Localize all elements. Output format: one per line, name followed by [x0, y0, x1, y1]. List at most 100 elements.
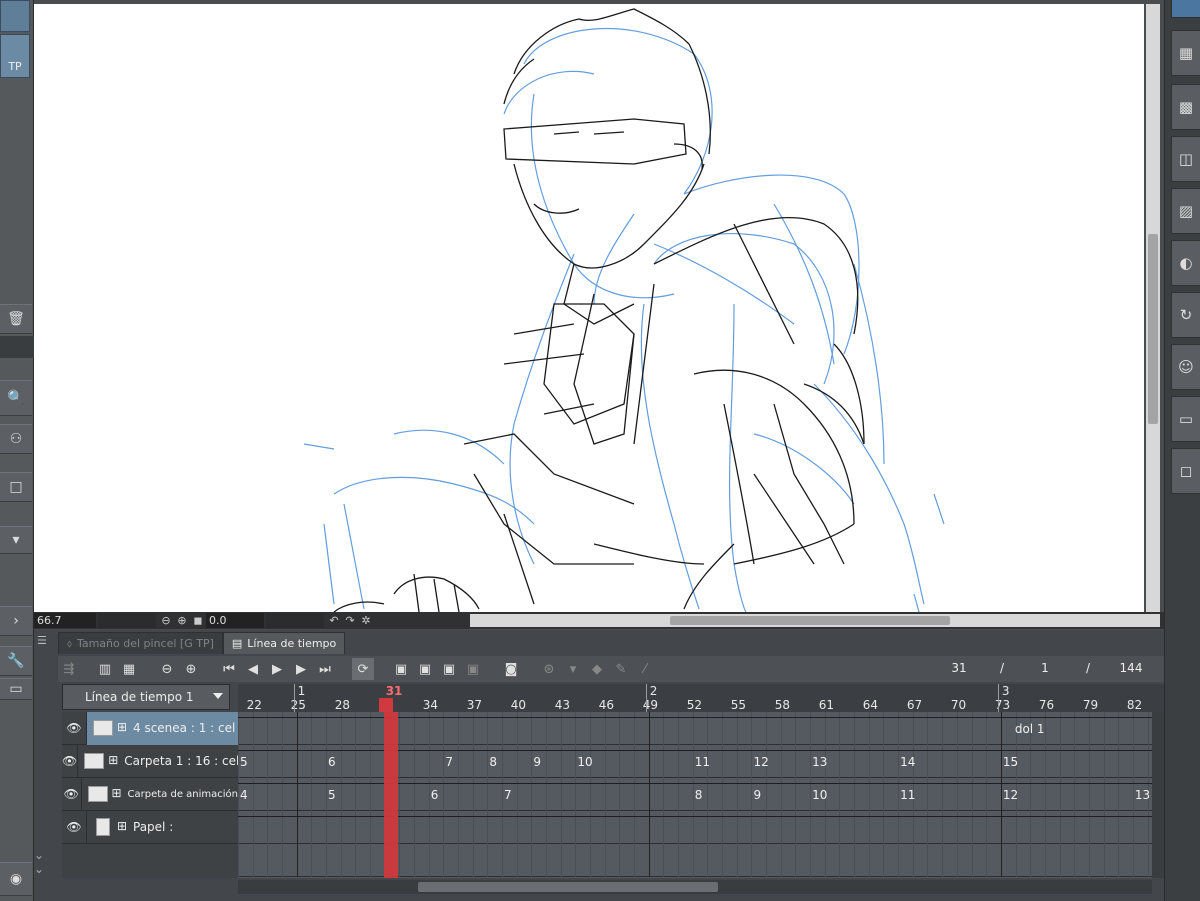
- frame-cell[interactable]: [927, 844, 929, 877]
- timeline-frames[interactable]: dol 1 5 6 7 8 9 10 11 12 13 14 15 4 5 6 7 8 9 10 11 12 13: [238, 712, 1152, 878]
- zoom-slider[interactable]: [98, 613, 156, 628]
- new-timeline-icon[interactable]: ⇶: [58, 658, 80, 680]
- frame-cell[interactable]: [956, 844, 958, 877]
- search-icon[interactable]: 🔍: [0, 380, 32, 416]
- square-icon[interactable]: □: [0, 472, 32, 502]
- cel-label[interactable]: 15: [1003, 755, 1018, 769]
- specify-cel-icon[interactable]: ▣: [438, 658, 460, 680]
- zoom-out-icon[interactable]: ⊖: [158, 613, 174, 628]
- frame-cell[interactable]: [531, 844, 533, 877]
- folder-icon[interactable]: ▭: [1171, 396, 1200, 442]
- cel-label[interactable]: 7: [445, 755, 453, 769]
- cel-label[interactable]: 13: [812, 755, 827, 769]
- frame-cell[interactable]: [810, 844, 812, 877]
- layer-row[interactable]: 👁 ⊞ Papel :: [62, 810, 238, 844]
- zoom-in-icon[interactable]: ⊕: [174, 613, 190, 628]
- frame-cell[interactable]: [1074, 844, 1076, 877]
- layer-light-icon[interactable]: ◐: [1171, 240, 1200, 286]
- frame-cell[interactable]: [370, 844, 372, 877]
- frame-cell[interactable]: [971, 844, 973, 877]
- frame-cell[interactable]: [472, 844, 474, 877]
- frame-cell[interactable]: [619, 844, 621, 877]
- pen-icon[interactable]: ⁄: [634, 658, 656, 680]
- tab-brush-size[interactable]: ⬨ Tamaño del pincel [G TP]: [58, 632, 223, 654]
- frame-cell[interactable]: [1059, 844, 1061, 877]
- cel-label[interactable]: 4: [240, 788, 248, 802]
- onion-skin-icon[interactable]: ◙: [500, 658, 522, 680]
- frame-cell[interactable]: [663, 844, 665, 877]
- eye-icon[interactable]: 👁: [62, 712, 86, 745]
- color-wheel-icon[interactable]: ◉: [0, 862, 32, 896]
- frame-cell[interactable]: [575, 844, 577, 877]
- cel-label[interactable]: 10: [577, 755, 592, 769]
- frame-track[interactable]: 5 6 7 8 9 10 11 12 13 14 15: [238, 745, 1152, 778]
- frame-cell[interactable]: [443, 844, 445, 877]
- scroll-thumb[interactable]: [670, 616, 950, 625]
- cel-label[interactable]: 11: [695, 755, 710, 769]
- frame-cell[interactable]: [399, 844, 401, 877]
- cel-label[interactable]: 13: [1135, 788, 1150, 802]
- frame-cell[interactable]: [1044, 844, 1046, 877]
- frames-vertical-scrollbar[interactable]: [1152, 712, 1164, 878]
- frame-track[interactable]: [238, 844, 1152, 877]
- frame-cell[interactable]: [898, 844, 900, 877]
- frame-cell[interactable]: [751, 844, 753, 877]
- tab-timeline[interactable]: ▤ Línea de tiempo: [222, 632, 346, 654]
- wrench-icon[interactable]: 🔧: [0, 646, 32, 676]
- assign-cel-icon[interactable]: ▣: [414, 658, 436, 680]
- fit-icon[interactable]: ◼: [190, 613, 206, 628]
- frame-track[interactable]: dol 1: [238, 712, 1152, 745]
- dropdown-arrow-icon[interactable]: ▾: [0, 526, 32, 554]
- cel-label[interactable]: 7: [504, 788, 512, 802]
- frame-cell[interactable]: [1000, 844, 1002, 877]
- frame-cell[interactable]: [736, 844, 738, 877]
- frame-cell[interactable]: [326, 844, 328, 877]
- timeline-frames-icon[interactable]: ▥: [94, 658, 116, 680]
- cel-label[interactable]: 12: [753, 755, 768, 769]
- panel-menu-icon[interactable]: ☰: [37, 634, 55, 650]
- frame-cell[interactable]: [546, 844, 548, 877]
- frame-cell[interactable]: [1015, 844, 1017, 877]
- frame-cell[interactable]: [1118, 844, 1120, 877]
- frame-cell[interactable]: [1147, 844, 1149, 877]
- layer-mesh-icon[interactable]: ▨: [1171, 188, 1200, 234]
- prev-frame-icon[interactable]: ◀: [242, 658, 264, 680]
- last-frame-icon[interactable]: ⏭: [314, 658, 336, 680]
- frame-cell[interactable]: [560, 844, 562, 877]
- frame-cell[interactable]: [282, 844, 283, 877]
- top-icon[interactable]: [1171, 0, 1200, 18]
- ruler-playhead[interactable]: [378, 698, 393, 712]
- frame-cell[interactable]: [1132, 844, 1134, 877]
- frame-cell[interactable]: [1030, 844, 1032, 877]
- frame-cell[interactable]: [824, 844, 826, 877]
- frame-cell[interactable]: [458, 844, 460, 877]
- frame-track[interactable]: [238, 811, 1152, 844]
- frame-cell[interactable]: [296, 844, 298, 877]
- canvas-vertical-scrollbar[interactable]: [1146, 4, 1160, 612]
- delete-cel-icon[interactable]: ▣: [462, 658, 484, 680]
- layer-row[interactable]: 👁 ⊞ Carpeta 1 : 16 : cel: [62, 744, 239, 778]
- cel-label[interactable]: 10: [812, 788, 827, 802]
- frame-track[interactable]: 4 5 6 7 8 9 10 11 12 13: [238, 778, 1152, 811]
- layer-row[interactable]: 👁 ⊞ Carpeta de animación: [62, 777, 238, 811]
- panel-tab-top[interactable]: [0, 0, 30, 32]
- rotate-left-icon[interactable]: ↶: [326, 613, 342, 628]
- eye-icon[interactable]: 👁: [62, 778, 81, 811]
- frame-cell[interactable]: [604, 844, 606, 877]
- scroll-thumb[interactable]: [418, 882, 718, 892]
- keyframe-icon[interactable]: ⊛: [538, 658, 560, 680]
- cel-label[interactable]: 6: [431, 788, 439, 802]
- frame-cell[interactable]: [766, 844, 768, 877]
- frame-cell[interactable]: [722, 844, 724, 877]
- frame-ruler[interactable]: 2225283134374043464952555861646770737679…: [238, 684, 1164, 712]
- frame-cell[interactable]: [692, 844, 694, 877]
- cel-label[interactable]: 9: [533, 755, 541, 769]
- layout-icon[interactable]: ▭: [0, 678, 32, 700]
- layer-icon[interactable]: ▦: [1171, 30, 1200, 76]
- frame-cell[interactable]: [634, 844, 636, 877]
- layer-name-cell[interactable]: ⊞ Carpeta 1 : 16 : cel: [77, 744, 239, 778]
- frame-cell[interactable]: [912, 844, 914, 877]
- brush-size-tab[interactable]: TP: [0, 34, 30, 78]
- trash-icon[interactable]: 🗑: [0, 304, 32, 334]
- arrow-right-icon[interactable]: ›: [0, 606, 32, 636]
